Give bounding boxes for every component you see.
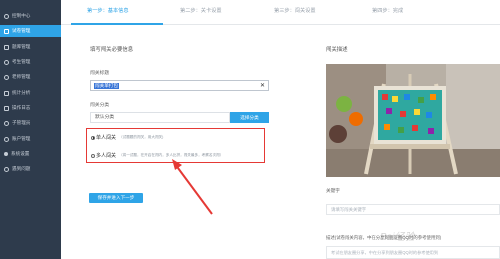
gear-icon [4,152,8,156]
keyword-label: 关键字 [326,188,340,193]
tab-finish[interactable]: 第四步：完成 [372,7,403,14]
sidebar-item-label: 账户管理 [12,136,31,141]
sidebar-item-logs[interactable]: 操作日志 [0,102,61,114]
sidebar-item-settings[interactable]: 系统设置 [0,148,61,160]
sidebar-item-label: 试卷管理 [12,28,31,33]
account-icon [4,136,9,142]
title-input-value: 闯关单打包 [94,83,119,89]
sidebar-item-students[interactable]: 考生管理 [0,56,61,68]
title-label: 闯关标题 [90,71,110,76]
single-mode-radio[interactable] [91,135,95,140]
tab-level-settings[interactable]: 第二步：关卡设置 [180,7,222,14]
keyword-input[interactable]: 请填写闯关关键字 [326,204,500,215]
user-icon [4,59,9,65]
sidebar-item-teachers[interactable]: 老师管理 [0,71,61,83]
sidebar-item-dashboard[interactable]: 控制中心 [0,10,61,22]
paper-icon [4,28,9,34]
sidebar: 控制中心 试卷管理 题库管理 考生管理 老师管理 统计分析 操作日志 子管理员 … [0,0,61,259]
sidebar-item-label: 操作日志 [12,105,31,110]
title-input[interactable]: 闯关单打包 ✕ [90,80,269,91]
sidebar-item-statistics[interactable]: 统计分析 [0,87,61,99]
save-next-button[interactable]: 保存并进入下一步 [89,193,143,203]
category-select[interactable]: 默认分类 [90,112,230,123]
multi-mode-label: 多人闯关 [96,153,117,159]
single-mode-option[interactable]: 单人闯关 （试题题的闯关，用大闯关) [91,134,163,141]
form-section-title: 填写闯关必要信息 [90,47,134,53]
sidebar-item-label: 子管理员 [12,120,31,125]
sidebar-item-papers[interactable]: 试卷管理 [0,25,61,37]
sidebar-item-label: 题库管理 [12,44,31,49]
sidebar-item-label: 控制中心 [12,13,31,18]
description-title: 闯关描述 [326,47,348,53]
description-label: 描述(试卷闯关内容，中在分享到朋友圈QQ时的参考使用到) [326,235,442,240]
category-label: 闯关分类 [90,103,110,108]
sidebar-item-label: 考生管理 [12,59,31,64]
active-step-indicator [71,23,163,25]
description-input[interactable]: 考试在朋友圈分享，中在分享到朋友圈QQ时的参考使用到 [326,246,500,259]
annotation-arrow [172,159,213,215]
sidebar-item-help[interactable]: 遇到问题 [0,163,61,175]
single-mode-label: 单人闯关 [96,135,117,141]
teacher-icon [4,74,9,80]
chart-icon [4,90,9,96]
cover-image[interactable] [326,64,500,177]
sidebar-item-sub-admins[interactable]: 子管理员 [0,117,61,129]
question-bank-icon [4,44,9,50]
help-icon [4,166,9,172]
sidebar-item-label: 系统设置 [11,151,30,156]
pick-category-button[interactable]: 选择分类 [230,112,269,123]
sidebar-item-label: 统计分析 [12,90,31,95]
tab-basic-info[interactable]: 第一步：基本信息 [87,7,129,14]
sidebar-item-label: 遇到问题 [12,166,31,171]
sidebar-item-accounts[interactable]: 账户管理 [0,133,61,145]
single-mode-desc: （试题题的闯关，用大闯关) [119,135,164,139]
log-icon [4,105,9,111]
dashboard-icon [4,13,9,19]
sidebar-item-label: 老师管理 [12,74,31,79]
sidebar-item-question-bank[interactable]: 题库管理 [0,41,61,53]
close-icon[interactable]: ✕ [260,82,265,90]
step-tabs: 第一步：基本信息 第二步：关卡设置 第三步：闯关设置 第四步：完成 [61,0,500,25]
admin-icon [4,120,9,126]
multi-mode-radio[interactable] [91,153,95,158]
tab-challenge-settings[interactable]: 第三步：闯关设置 [274,7,316,14]
